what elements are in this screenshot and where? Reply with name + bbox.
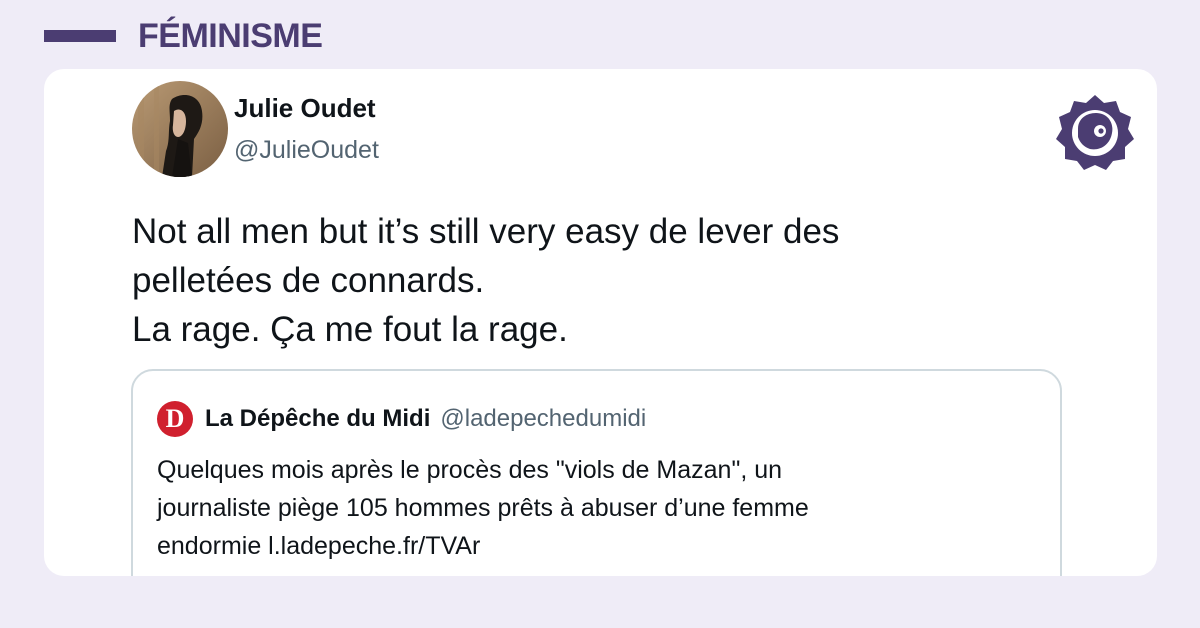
quoted-text-line: endormie l.ladepeche.fr/TVAr xyxy=(157,532,481,560)
author-name[interactable]: Julie Oudet xyxy=(234,93,376,124)
quoted-author-handle[interactable]: @ladepechedumidi xyxy=(440,405,646,433)
quoted-tweet[interactable]: D La Dépêche du Midi @ladepechedumidi Qu… xyxy=(131,369,1062,576)
category-label: FÉMINISME xyxy=(138,16,323,55)
tweet-text-line: pelletées de connards. xyxy=(132,261,485,300)
quoted-tweet-header: D La Dépêche du Midi @ladepechedumidi xyxy=(157,401,646,437)
ladepeche-logo-icon[interactable]: D xyxy=(157,401,193,437)
quoted-author-name[interactable]: La Dépêche du Midi xyxy=(205,405,430,433)
category-bar xyxy=(44,30,116,42)
quote-avatar-letter: D xyxy=(165,404,185,433)
tweet-card: Julie Oudet @JulieOudet Not all men but … xyxy=(44,69,1157,576)
brand-logo-icon xyxy=(1056,93,1134,171)
category-header: FÉMINISME xyxy=(44,16,323,56)
tweet-text-line: La rage. Ça me fout la rage. xyxy=(132,310,568,349)
quoted-text-line: Quelques mois après le procès des "viols… xyxy=(157,456,783,484)
tweet-text-line: Not all men but it’s still very easy de … xyxy=(132,212,840,251)
quoted-text-line: journaliste piège 105 hommes prêts à abu… xyxy=(157,494,809,522)
quoted-tweet-text: Quelques mois après le procès des "viols… xyxy=(157,451,1037,565)
author-avatar[interactable] xyxy=(132,81,228,177)
tweet-text: Not all men but it’s still very easy de … xyxy=(132,207,1032,354)
author-handle[interactable]: @JulieOudet xyxy=(234,136,379,165)
